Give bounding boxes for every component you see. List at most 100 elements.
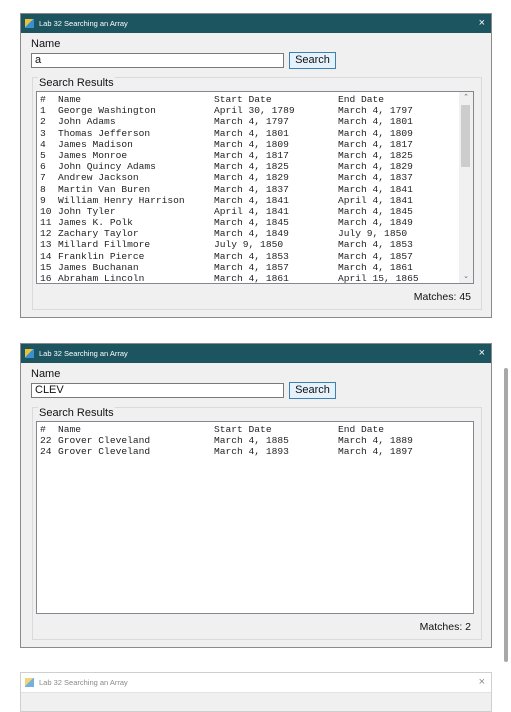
name-input[interactable] — [31, 383, 284, 398]
cell-end: April 4, 1841 — [338, 194, 413, 206]
page-scrollbar[interactable] — [504, 368, 508, 662]
cell-name: John Tyler — [58, 205, 116, 217]
cell-start: March 4, 1845 — [214, 217, 289, 229]
cell-end: March 4, 1837 — [338, 172, 413, 184]
cell-end: March 4, 1861 — [338, 261, 413, 273]
result-row[interactable]: 16 Abraham Lincoln March 4, 1861 April 15, … — [37, 273, 473, 284]
cell-end: March 4, 1825 — [338, 149, 413, 161]
cell-start: March 4, 1825 — [214, 161, 289, 173]
cell-end: March 4, 1801 — [338, 116, 413, 128]
result-row[interactable]: 7 Andrew Jackson March 4, 1829 March 4, 183… — [37, 172, 473, 183]
result-row[interactable]: 24 Grover Cleveland March 4, 1893 March 4, … — [37, 446, 473, 457]
app-icon — [25, 19, 34, 28]
window-title: Lab 32 Searching an Array — [39, 19, 128, 28]
cell-name: John Adams — [58, 116, 116, 128]
scroll-down-icon[interactable]: ⌄ — [459, 271, 473, 283]
cell-name: James Buchanan — [58, 261, 139, 273]
cell-start: April 4, 1841 — [214, 205, 289, 217]
name-label: Name — [31, 368, 61, 380]
cell-end: March 4, 1841 — [338, 183, 413, 195]
cell-start: March 4, 1849 — [214, 228, 289, 240]
result-row[interactable]: 9 William Henry Harrison March 4, 1841 Apri… — [37, 195, 473, 206]
search-button[interactable]: Search — [289, 382, 336, 399]
cell-num: 7 — [40, 172, 46, 184]
cell-end: July 9, 1850 — [338, 228, 408, 240]
cell-name: Thomas Jefferson — [58, 127, 151, 139]
col-num-header: # — [40, 424, 46, 435]
cell-end: March 4, 1897 — [338, 446, 413, 458]
result-row[interactable]: 5 James Monroe March 4, 1817 March 4, 1825 — [37, 150, 473, 161]
name-input[interactable] — [31, 53, 284, 68]
col-end-header: End Date — [338, 94, 385, 105]
close-icon[interactable]: × — [479, 673, 485, 692]
result-row[interactable]: 11 James K. Polk March 4, 1845 March 4, 184… — [37, 217, 473, 228]
cell-name: George Washington — [58, 105, 156, 117]
close-icon[interactable]: × — [479, 344, 485, 363]
cell-name: Zachary Taylor — [58, 228, 139, 240]
group-title: Search Results — [38, 77, 115, 89]
results-header: # Name Start Date End Date — [37, 94, 473, 105]
cell-name: William Henry Harrison — [58, 194, 185, 206]
cell-num: 14 — [40, 250, 52, 262]
title-bar[interactable]: Lab 32 Searching an Array × — [21, 344, 491, 363]
cell-start: March 4, 1801 — [214, 127, 289, 139]
result-row[interactable]: 8 Martin Van Buren March 4, 1837 March 4, 1… — [37, 184, 473, 195]
cell-end: April 15, 1865 — [338, 273, 419, 284]
close-icon[interactable]: × — [479, 14, 485, 33]
result-row[interactable]: 15 James Buchanan March 4, 1857 March 4, 18… — [37, 262, 473, 273]
result-row[interactable]: 13 Millard Fillmore July 9, 1850 March 4, 1… — [37, 239, 473, 250]
cell-start: March 4, 1841 — [214, 194, 289, 206]
results-scrollbar[interactable]: ⌃ ⌄ — [459, 92, 473, 283]
cell-name: Abraham Lincoln — [58, 273, 145, 284]
search-results-group: Search Results # Name Start Date End Dat… — [32, 77, 482, 310]
cell-start: March 4, 1857 — [214, 261, 289, 273]
cell-start: March 4, 1885 — [214, 435, 289, 447]
cell-num: 5 — [40, 149, 46, 161]
col-name-header: Name — [58, 424, 82, 435]
cell-name: Grover Cleveland — [58, 446, 151, 458]
cell-num: 1 — [40, 105, 46, 117]
cell-end: March 4, 1857 — [338, 250, 413, 262]
cell-start: March 4, 1893 — [214, 446, 289, 458]
col-start-header: Start Date — [214, 94, 272, 105]
matches-count: Matches: 2 — [419, 621, 471, 633]
cell-name: James Madison — [58, 138, 133, 150]
app-window-1: Lab 32 Searching an Array × Name Search … — [20, 13, 492, 318]
title-bar[interactable]: Lab 32 Searching an Array × — [21, 673, 491, 693]
app-icon — [25, 678, 34, 687]
cell-start: March 4, 1817 — [214, 149, 289, 161]
cell-num: 3 — [40, 127, 46, 139]
result-row[interactable]: 12 Zachary Taylor March 4, 1849 July 9, 185… — [37, 228, 473, 239]
result-row[interactable]: 4 James Madison March 4, 1809 March 4, 1817 — [37, 139, 473, 150]
cell-name: Franklin Pierce — [58, 250, 145, 262]
cell-end: March 4, 1889 — [338, 435, 413, 447]
result-row[interactable]: 2 John Adams March 4, 1797 March 4, 1801 — [37, 116, 473, 127]
title-bar[interactable]: Lab 32 Searching an Array × — [21, 14, 491, 33]
result-row[interactable]: 10 John Tyler April 4, 1841 March 4, 1845 — [37, 206, 473, 217]
cell-name: Millard Fillmore — [58, 239, 151, 251]
cell-start: March 4, 1809 — [214, 138, 289, 150]
search-button[interactable]: Search — [289, 52, 336, 69]
results-list[interactable]: # Name Start Date End Date 22 Grover Clev… — [36, 421, 474, 614]
result-row[interactable]: 3 Thomas Jefferson March 4, 1801 March 4, 1… — [37, 128, 473, 139]
search-results-group: Search Results # Name Start Date End Dat… — [32, 407, 482, 640]
cell-name: James Monroe — [58, 149, 128, 161]
app-window-3: Lab 32 Searching an Array × — [20, 672, 492, 712]
cell-end: March 4, 1829 — [338, 161, 413, 173]
results-header: # Name Start Date End Date — [37, 424, 473, 435]
result-row[interactable]: 6 John Quincy Adams March 4, 1825 March 4, … — [37, 161, 473, 172]
cell-end: March 4, 1817 — [338, 138, 413, 150]
cell-end: March 4, 1845 — [338, 205, 413, 217]
col-start-header: Start Date — [214, 424, 272, 435]
window-title: Lab 32 Searching an Array — [39, 678, 128, 687]
results-list[interactable]: # Name Start Date End Date 1 George Washi… — [36, 91, 474, 284]
result-row[interactable]: 1 George Washington April 30, 1789 March 4,… — [37, 105, 473, 116]
scroll-thumb[interactable] — [461, 105, 470, 167]
cell-num: 24 — [40, 446, 52, 458]
col-num-header: # — [40, 94, 46, 105]
cell-num: 11 — [40, 217, 52, 229]
cell-end: March 4, 1853 — [338, 239, 413, 251]
result-row[interactable]: 14 Franklin Pierce March 4, 1853 March 4, 1… — [37, 251, 473, 262]
scroll-up-icon[interactable]: ⌃ — [459, 92, 473, 104]
result-row[interactable]: 22 Grover Cleveland March 4, 1885 March 4, … — [37, 435, 473, 446]
